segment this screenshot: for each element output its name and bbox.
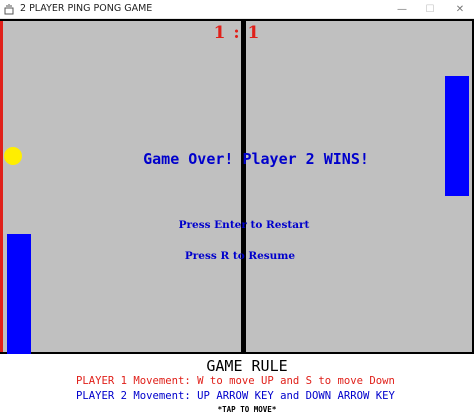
minimize-button[interactable]: — xyxy=(388,0,416,19)
maximize-button[interactable]: ☐ xyxy=(416,0,444,19)
resume-hint: Press R to Resume xyxy=(184,250,296,262)
left-wall xyxy=(0,21,3,352)
score-display: 1 : 1 xyxy=(213,23,261,43)
rules-title: GAME RULE xyxy=(206,357,288,375)
game-over-message: Game Over! Player 2 WINS! xyxy=(143,150,369,168)
player-2-paddle xyxy=(445,76,469,196)
window-title: 2 PLAYER PING PONG GAME xyxy=(20,3,153,14)
player-2-rule: PLAYER 2 Movement: UP ARROW KEY and DOWN… xyxy=(76,390,395,402)
restart-hint: Press Enter to Restart xyxy=(178,219,310,231)
tap-hint: *TAP TO MOVE* xyxy=(217,405,277,414)
title-bar[interactable]: 2 PLAYER PING PONG GAME — ☐ ✕ xyxy=(0,0,474,19)
game-window: 2 PLAYER PING PONG GAME — ☐ ✕ 1 : 1 Game… xyxy=(0,0,474,416)
center-net xyxy=(241,21,246,352)
close-button[interactable]: ✕ xyxy=(446,0,474,19)
player-1-rule: PLAYER 1 Movement: W to move UP and S to… xyxy=(76,375,395,387)
rules-panel: GAME RULE PLAYER 1 Movement: W to move U… xyxy=(0,356,474,416)
java-app-icon xyxy=(4,4,14,15)
game-court[interactable]: 1 : 1 Game Over! Player 2 WINS! Press En… xyxy=(0,19,474,354)
